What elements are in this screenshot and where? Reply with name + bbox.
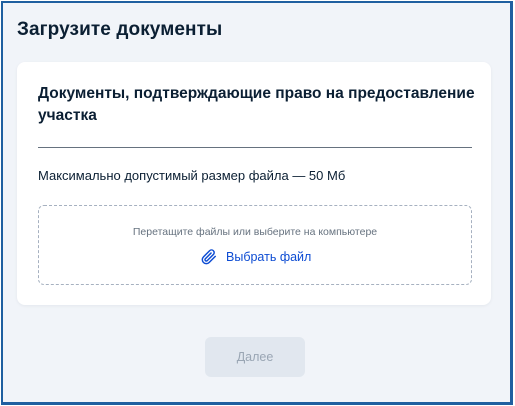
divider [38, 147, 472, 148]
card-title: Документы, подтверждающие право на предо… [38, 85, 475, 124]
paperclip-icon [201, 249, 217, 265]
choose-file-link[interactable]: Выбрать файл [201, 248, 311, 266]
window-frame: Загрузите документы Документы, подтвержд… [1, 1, 513, 405]
choose-file-label: Выбрать файл [226, 250, 312, 264]
file-dropzone[interactable]: Перетащите файлы или выберите на компьют… [38, 205, 472, 285]
page-title: Загрузите документы [17, 19, 223, 40]
next-button[interactable]: Далее [205, 337, 305, 377]
file-size-note: Максимально допустимый размер файла — 50… [38, 168, 346, 183]
upload-card: Документы, подтверждающие право на предо… [17, 62, 491, 305]
dropzone-hint: Перетащите файлы или выберите на компьют… [132, 226, 378, 238]
